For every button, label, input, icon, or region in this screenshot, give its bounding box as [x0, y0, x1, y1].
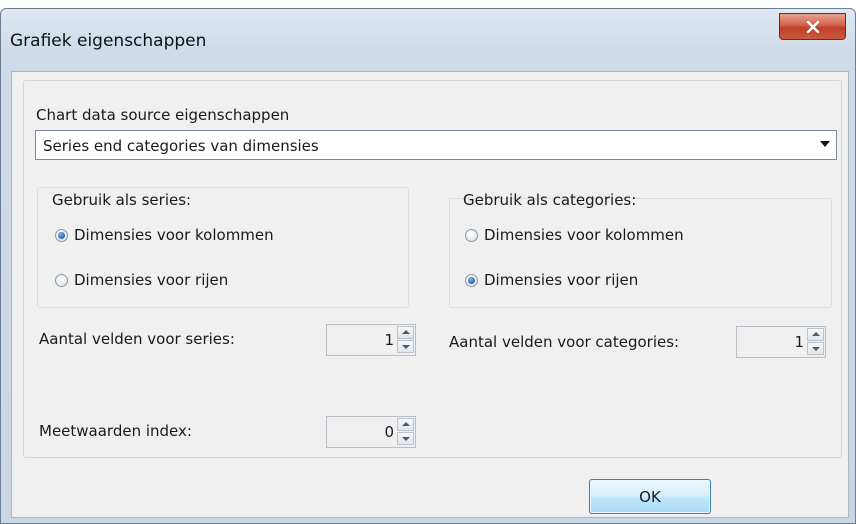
spin-up-icon[interactable] [397, 326, 414, 339]
measure-index-stepper[interactable]: 0 [326, 416, 416, 448]
chevron-down-icon[interactable] [820, 141, 830, 147]
series-option-rows[interactable]: Dimensies voor rijen [55, 271, 228, 289]
radio-label: Dimensies voor kolommen [74, 226, 274, 244]
spin-down-icon[interactable] [397, 340, 414, 353]
data-source-select[interactable]: Series end categories van dimensies [35, 130, 837, 160]
measure-index-value[interactable]: 0 [384, 423, 394, 441]
title-bar[interactable]: Grafiek eigenschappen [1, 9, 855, 69]
series-fields-label: Aantal velden voor series: [39, 330, 235, 348]
spin-down-icon[interactable] [807, 342, 824, 355]
radio-button[interactable] [465, 228, 478, 242]
spin-up-icon[interactable] [807, 328, 824, 341]
radio-button[interactable] [465, 273, 478, 287]
dialog-window: Grafiek eigenschappen Chart data source … [0, 8, 856, 524]
categories-option-rows[interactable]: Dimensies voor rijen [465, 271, 638, 289]
close-icon [806, 20, 819, 33]
ok-button[interactable]: OK [589, 479, 711, 514]
window-title: Grafiek eigenschappen [10, 31, 207, 51]
categories-option-columns[interactable]: Dimensies voor kolommen [465, 226, 684, 244]
close-button[interactable] [779, 13, 846, 40]
categories-group-title: Gebruik als categories: [463, 191, 637, 209]
series-option-columns[interactable]: Dimensies voor kolommen [55, 226, 274, 244]
spin-down-icon[interactable] [397, 432, 414, 445]
radio-button[interactable] [55, 273, 68, 287]
series-group-title: Gebruik als series: [52, 191, 192, 209]
categories-group [449, 198, 832, 308]
dialog-body: Chart data source eigenschappen Series e… [11, 71, 849, 518]
spin-up-icon[interactable] [397, 418, 414, 431]
radio-label: Dimensies voor rijen [484, 271, 639, 289]
radio-label: Dimensies voor kolommen [484, 226, 684, 244]
series-fields-stepper[interactable]: 1 [326, 324, 416, 356]
radio-label: Dimensies voor rijen [74, 271, 229, 289]
series-fields-value[interactable]: 1 [384, 331, 394, 349]
categories-fields-stepper[interactable]: 1 [736, 326, 826, 358]
categories-fields-value[interactable]: 1 [794, 333, 804, 351]
data-source-value: Series end categories van dimensies [43, 137, 319, 155]
measure-index-label: Meetwaarden index: [39, 422, 192, 440]
source-label: Chart data source eigenschappen [36, 106, 290, 124]
radio-button[interactable] [55, 228, 68, 242]
categories-fields-label: Aantal velden voor categories: [449, 333, 680, 351]
